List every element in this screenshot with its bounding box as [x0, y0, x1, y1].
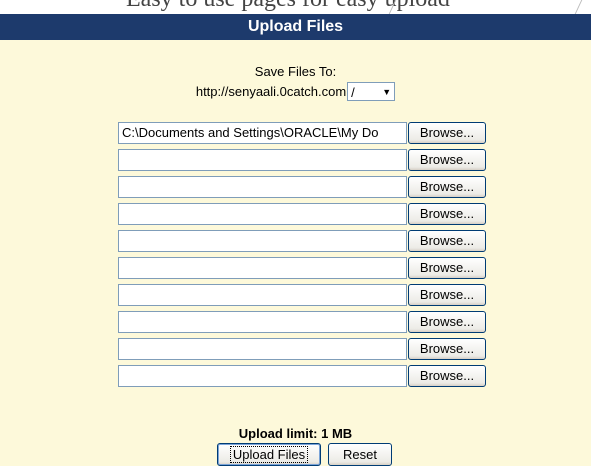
file-path-input[interactable] — [118, 203, 407, 225]
browse-button[interactable]: Browse... — [408, 203, 486, 225]
file-path-input[interactable] — [118, 284, 407, 306]
upload-title: Upload Files — [0, 14, 591, 40]
browse-button[interactable]: Browse... — [408, 338, 486, 360]
chevron-down-icon: ▼ — [382, 87, 392, 97]
reset-button[interactable]: Reset — [328, 443, 392, 466]
file-path-input[interactable] — [118, 257, 407, 279]
file-path-input[interactable] — [118, 338, 407, 360]
file-path-input[interactable] — [118, 230, 407, 252]
file-path-input[interactable] — [118, 176, 407, 198]
file-path-input[interactable] — [118, 365, 407, 387]
browse-button[interactable]: Browse... — [408, 122, 486, 144]
browse-button[interactable]: Browse... — [408, 284, 486, 306]
file-path-input[interactable] — [118, 311, 407, 333]
form-actions: Upload Files Reset — [217, 443, 392, 466]
browse-button[interactable]: Browse... — [408, 230, 486, 252]
upload-files-button[interactable]: Upload Files — [217, 443, 321, 466]
upload-limit: Upload limit: 1 MB — [238, 426, 353, 441]
file-path-input[interactable]: C:\Documents and Settings\ORACLE\My Do — [118, 122, 407, 144]
browse-button[interactable]: Browse... — [408, 365, 486, 387]
decorative-stroke — [574, 0, 591, 14]
browse-button[interactable]: Browse... — [408, 311, 486, 333]
page-heading-strip: Easy to use pages for easy upload — [0, 0, 591, 14]
folder-select[interactable]: / ▼ — [347, 82, 396, 101]
upload-panel: Upload Files Save Files To: http://senya… — [0, 14, 591, 466]
save-files-to-label: Save Files To: — [254, 64, 337, 79]
browse-button[interactable]: Browse... — [408, 149, 486, 171]
destination-row: http://senyaali.0catch.com / ▼ — [0, 82, 591, 101]
file-path-input[interactable] — [118, 149, 407, 171]
host-url: http://senyaali.0catch.com — [195, 84, 347, 99]
folder-select-value: / — [351, 85, 355, 101]
browse-button[interactable]: Browse... — [408, 257, 486, 279]
upload-files-label: Upload Files — [229, 446, 309, 463]
browse-button[interactable]: Browse... — [408, 176, 486, 198]
